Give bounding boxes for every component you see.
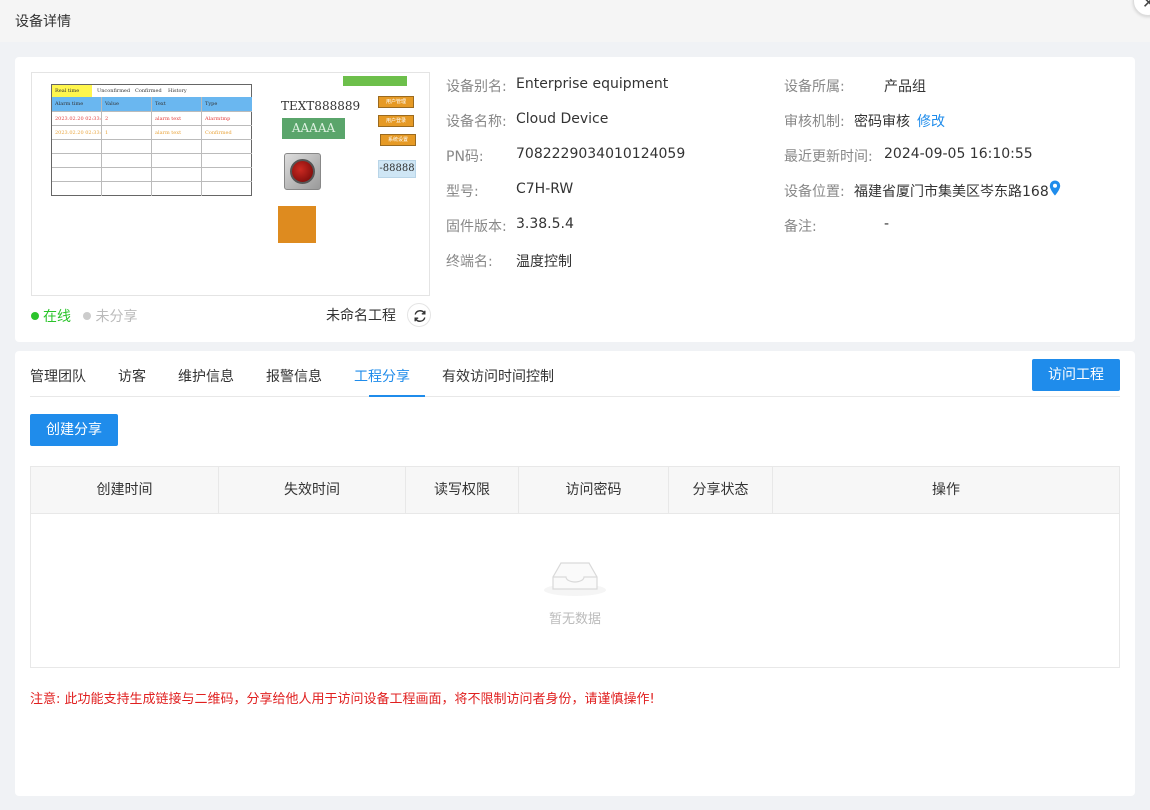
preview-system-settings-button: 系统设置 [380,134,416,146]
preview-orange-block [278,206,316,243]
terminal-label: 终端名: [446,254,493,270]
audit-value: 密码审核 [854,114,910,130]
preview-cell: alarm text [155,116,182,122]
terminal-value: 温度控制 [516,254,572,270]
alias-label: 设备别名: [446,79,507,95]
column-header: 操作 [932,482,960,498]
empty-text: 暂无数据 [548,612,601,627]
empty-inbox-icon [544,562,606,596]
preview-tab: Confirmed [135,88,162,94]
firmware-value: 3.38.5.4 [516,216,574,232]
updated-label: 最近更新时间: [784,149,873,165]
column-header: 读写权限 [406,467,519,513]
preview-alarm-table: Real time Unconfirmed Confirmed History … [51,84,252,196]
preview-cell: alarm text [155,130,182,136]
location-value: 福建省厦门市集美区岑东路168 [854,184,1049,200]
preview-tab: History [168,88,187,94]
remark-value: - [884,216,890,232]
preview-tab: Real time [52,85,92,97]
tab-visitors[interactable]: 访客 [118,366,146,386]
preview-user-login-button: 用户登录 [378,115,414,127]
preview-indicator-light [284,153,321,190]
close-icon: ✕ [1142,0,1150,12]
model-label: 型号: [446,184,479,200]
alias-value: Enterprise equipment [516,76,669,92]
online-dot-icon [31,312,39,320]
location-label: 设备位置: [784,184,845,200]
detail-tabs: 管理团队 访客 维护信息 报警信息 工程分享 有效访问时间控制 [30,351,1120,397]
remark-label: 备注: [784,219,817,235]
table-header: 创建时间 失效时间 读写权限 访问密码 分享状态 操作 [31,467,1119,514]
preview-green-label: AAAAA [282,118,345,139]
preview-column-header: Alarm time [55,101,84,107]
create-share-button[interactable]: 创建分享 [30,414,118,446]
preview-column-header: Value [105,101,119,107]
device-status: 在线 未分享 [31,306,137,326]
model-value: C7H-RW [516,181,574,197]
preview-cell: 2023.02.20 02:33:04 [55,116,101,122]
group-label: 设备所属: [784,79,845,95]
share-status: 未分享 [83,309,137,325]
column-header: 访问密码 [519,467,669,513]
preview-cell: Alarmtmp [205,116,231,122]
audit-edit-link[interactable]: 修改 [917,111,945,131]
column-header: 创建时间 [31,467,219,513]
online-status: 在线 [31,309,71,325]
preview-tab: Unconfirmed [97,88,131,94]
share-warning-notice: 注意: 此功能支持生成链接与二维码，分享给他人用于访问设备工程画面，将不限制访问… [30,692,655,707]
preview-cell: 2 [105,116,109,122]
tab-alarms[interactable]: 报警信息 [266,366,322,386]
firmware-label: 固件版本: [446,219,507,235]
column-header: 失效时间 [219,467,406,513]
updated-value: 2024-09-05 16:10:55 [884,146,1033,162]
preview-green-bar [343,76,407,86]
visit-project-button[interactable]: 访问工程 [1032,359,1120,391]
dialog-title: 设备详情 [15,14,71,30]
dialog-header: 设备详情 [0,0,1150,42]
share-panel: 管理团队 访客 维护信息 报警信息 工程分享 有效访问时间控制 访问工程 创建分… [15,351,1135,796]
active-tab-indicator [369,395,425,397]
location-pin-icon[interactable] [1049,180,1061,196]
column-header: 分享状态 [669,467,773,513]
preview-cell: 1 [105,130,109,136]
device-info-card: Real time Unconfirmed Confirmed History … [15,57,1135,342]
preview-cell: Confirmed [205,130,232,136]
preview-column-header: Type [205,101,218,107]
audit-label: 审核机制: [784,114,845,130]
preview-user-manage-button: 用户管理 [378,96,414,108]
unshared-dot-icon [83,312,92,320]
share-table: 创建时间 失效时间 读写权限 访问密码 分享状态 操作 暂无数据 [30,466,1120,668]
preview-cell: 2023.02.20 02:33:05 [55,130,101,136]
project-preview[interactable]: Real time Unconfirmed Confirmed History … [31,72,430,296]
refresh-button[interactable] [407,303,431,327]
preview-text-display: TEXT888889 [281,99,361,113]
name-value: Cloud Device [516,111,609,127]
preview-number-display: -88888 [378,160,416,178]
tab-access-time-control[interactable]: 有效访问时间控制 [442,366,554,386]
pn-label: PN码: [446,149,484,165]
tab-project-share[interactable]: 工程分享 [354,366,410,386]
tab-team[interactable]: 管理团队 [30,366,86,386]
name-label: 设备名称: [446,114,507,130]
project-name: 未命名工程 [326,308,396,324]
refresh-icon [414,310,426,322]
preview-column-header: Text [155,101,166,107]
pn-value: 7082229034010124059 [516,146,686,162]
tab-maintenance[interactable]: 维护信息 [178,366,234,386]
group-value: 产品组 [884,79,926,95]
